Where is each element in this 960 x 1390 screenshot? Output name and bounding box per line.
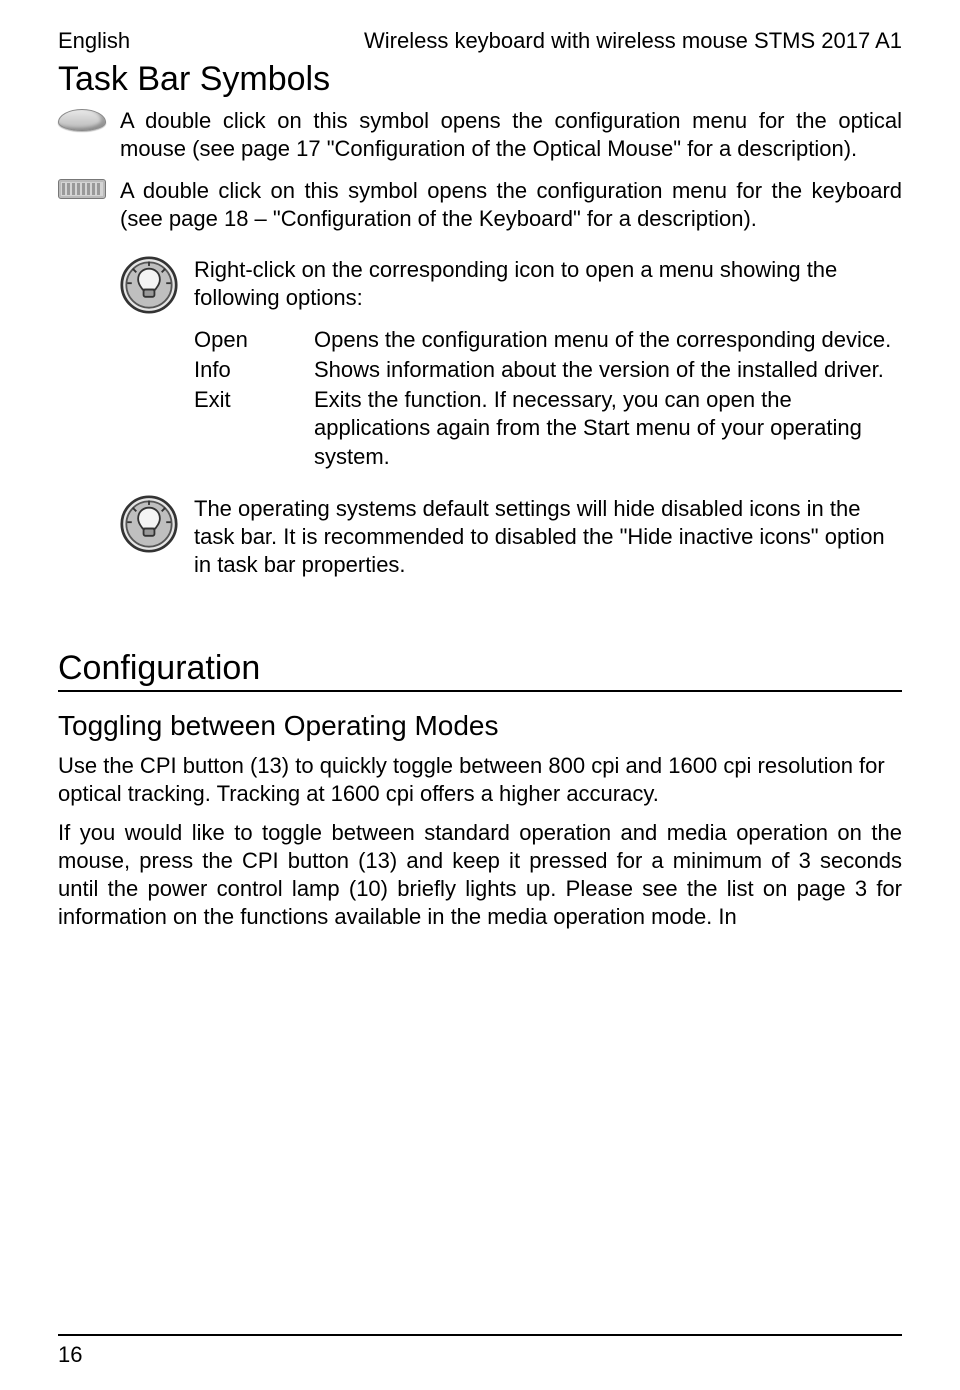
tip-block-context-menu: Right-click on the corresponding icon to… xyxy=(120,256,902,473)
taskbar-item-keyboard: A double click on this symbol opens the … xyxy=(58,177,902,233)
subsection-title-toggling: Toggling between Operating Modes xyxy=(58,710,902,742)
config-paragraph-2: If you would like to toggle between stan… xyxy=(58,819,902,932)
tip-hide-icons-text: The operating systems default settings w… xyxy=(194,495,902,579)
lightbulb-tip-icon xyxy=(120,256,194,319)
document-page: English Wireless keyboard with wireless … xyxy=(0,0,960,1390)
option-info-desc: Shows information about the version of t… xyxy=(314,356,902,386)
tip-block-hide-icons: The operating systems default settings w… xyxy=(120,495,902,579)
taskbar-keyboard-text: A double click on this symbol opens the … xyxy=(120,177,902,233)
taskbar-item-mouse: A double click on this symbol opens the … xyxy=(58,107,902,163)
option-info: Info Shows information about the version… xyxy=(194,356,902,386)
option-exit-term: Exit xyxy=(194,386,314,472)
option-exit-desc: Exits the function. If necessary, you ca… xyxy=(314,386,902,472)
section-title-configuration: Configuration xyxy=(58,649,902,692)
keyboard-icon xyxy=(58,177,120,199)
option-open-term: Open xyxy=(194,326,314,356)
option-open-desc: Opens the configuration menu of the corr… xyxy=(314,326,902,356)
lightbulb-tip-icon xyxy=(120,495,194,558)
page-footer: 16 xyxy=(58,1334,902,1368)
section-title-taskbar: Task Bar Symbols xyxy=(58,60,902,99)
option-open: Open Opens the configuration menu of the… xyxy=(194,326,902,356)
taskbar-mouse-text: A double click on this symbol opens the … xyxy=(120,107,902,163)
option-exit: Exit Exits the function. If necessary, y… xyxy=(194,386,902,472)
context-menu-options: Open Opens the configuration menu of the… xyxy=(194,326,902,473)
header-product: Wireless keyboard with wireless mouse ST… xyxy=(364,28,902,54)
tip-intro-text: Right-click on the corresponding icon to… xyxy=(194,256,902,312)
mouse-icon xyxy=(58,107,120,131)
page-header: English Wireless keyboard with wireless … xyxy=(58,28,902,54)
option-info-term: Info xyxy=(194,356,314,386)
page-number: 16 xyxy=(58,1342,82,1367)
config-paragraph-1: Use the CPI button (13) to quickly toggl… xyxy=(58,752,902,808)
tip-context-menu-content: Right-click on the corresponding icon to… xyxy=(194,256,902,473)
header-language: English xyxy=(58,28,130,54)
